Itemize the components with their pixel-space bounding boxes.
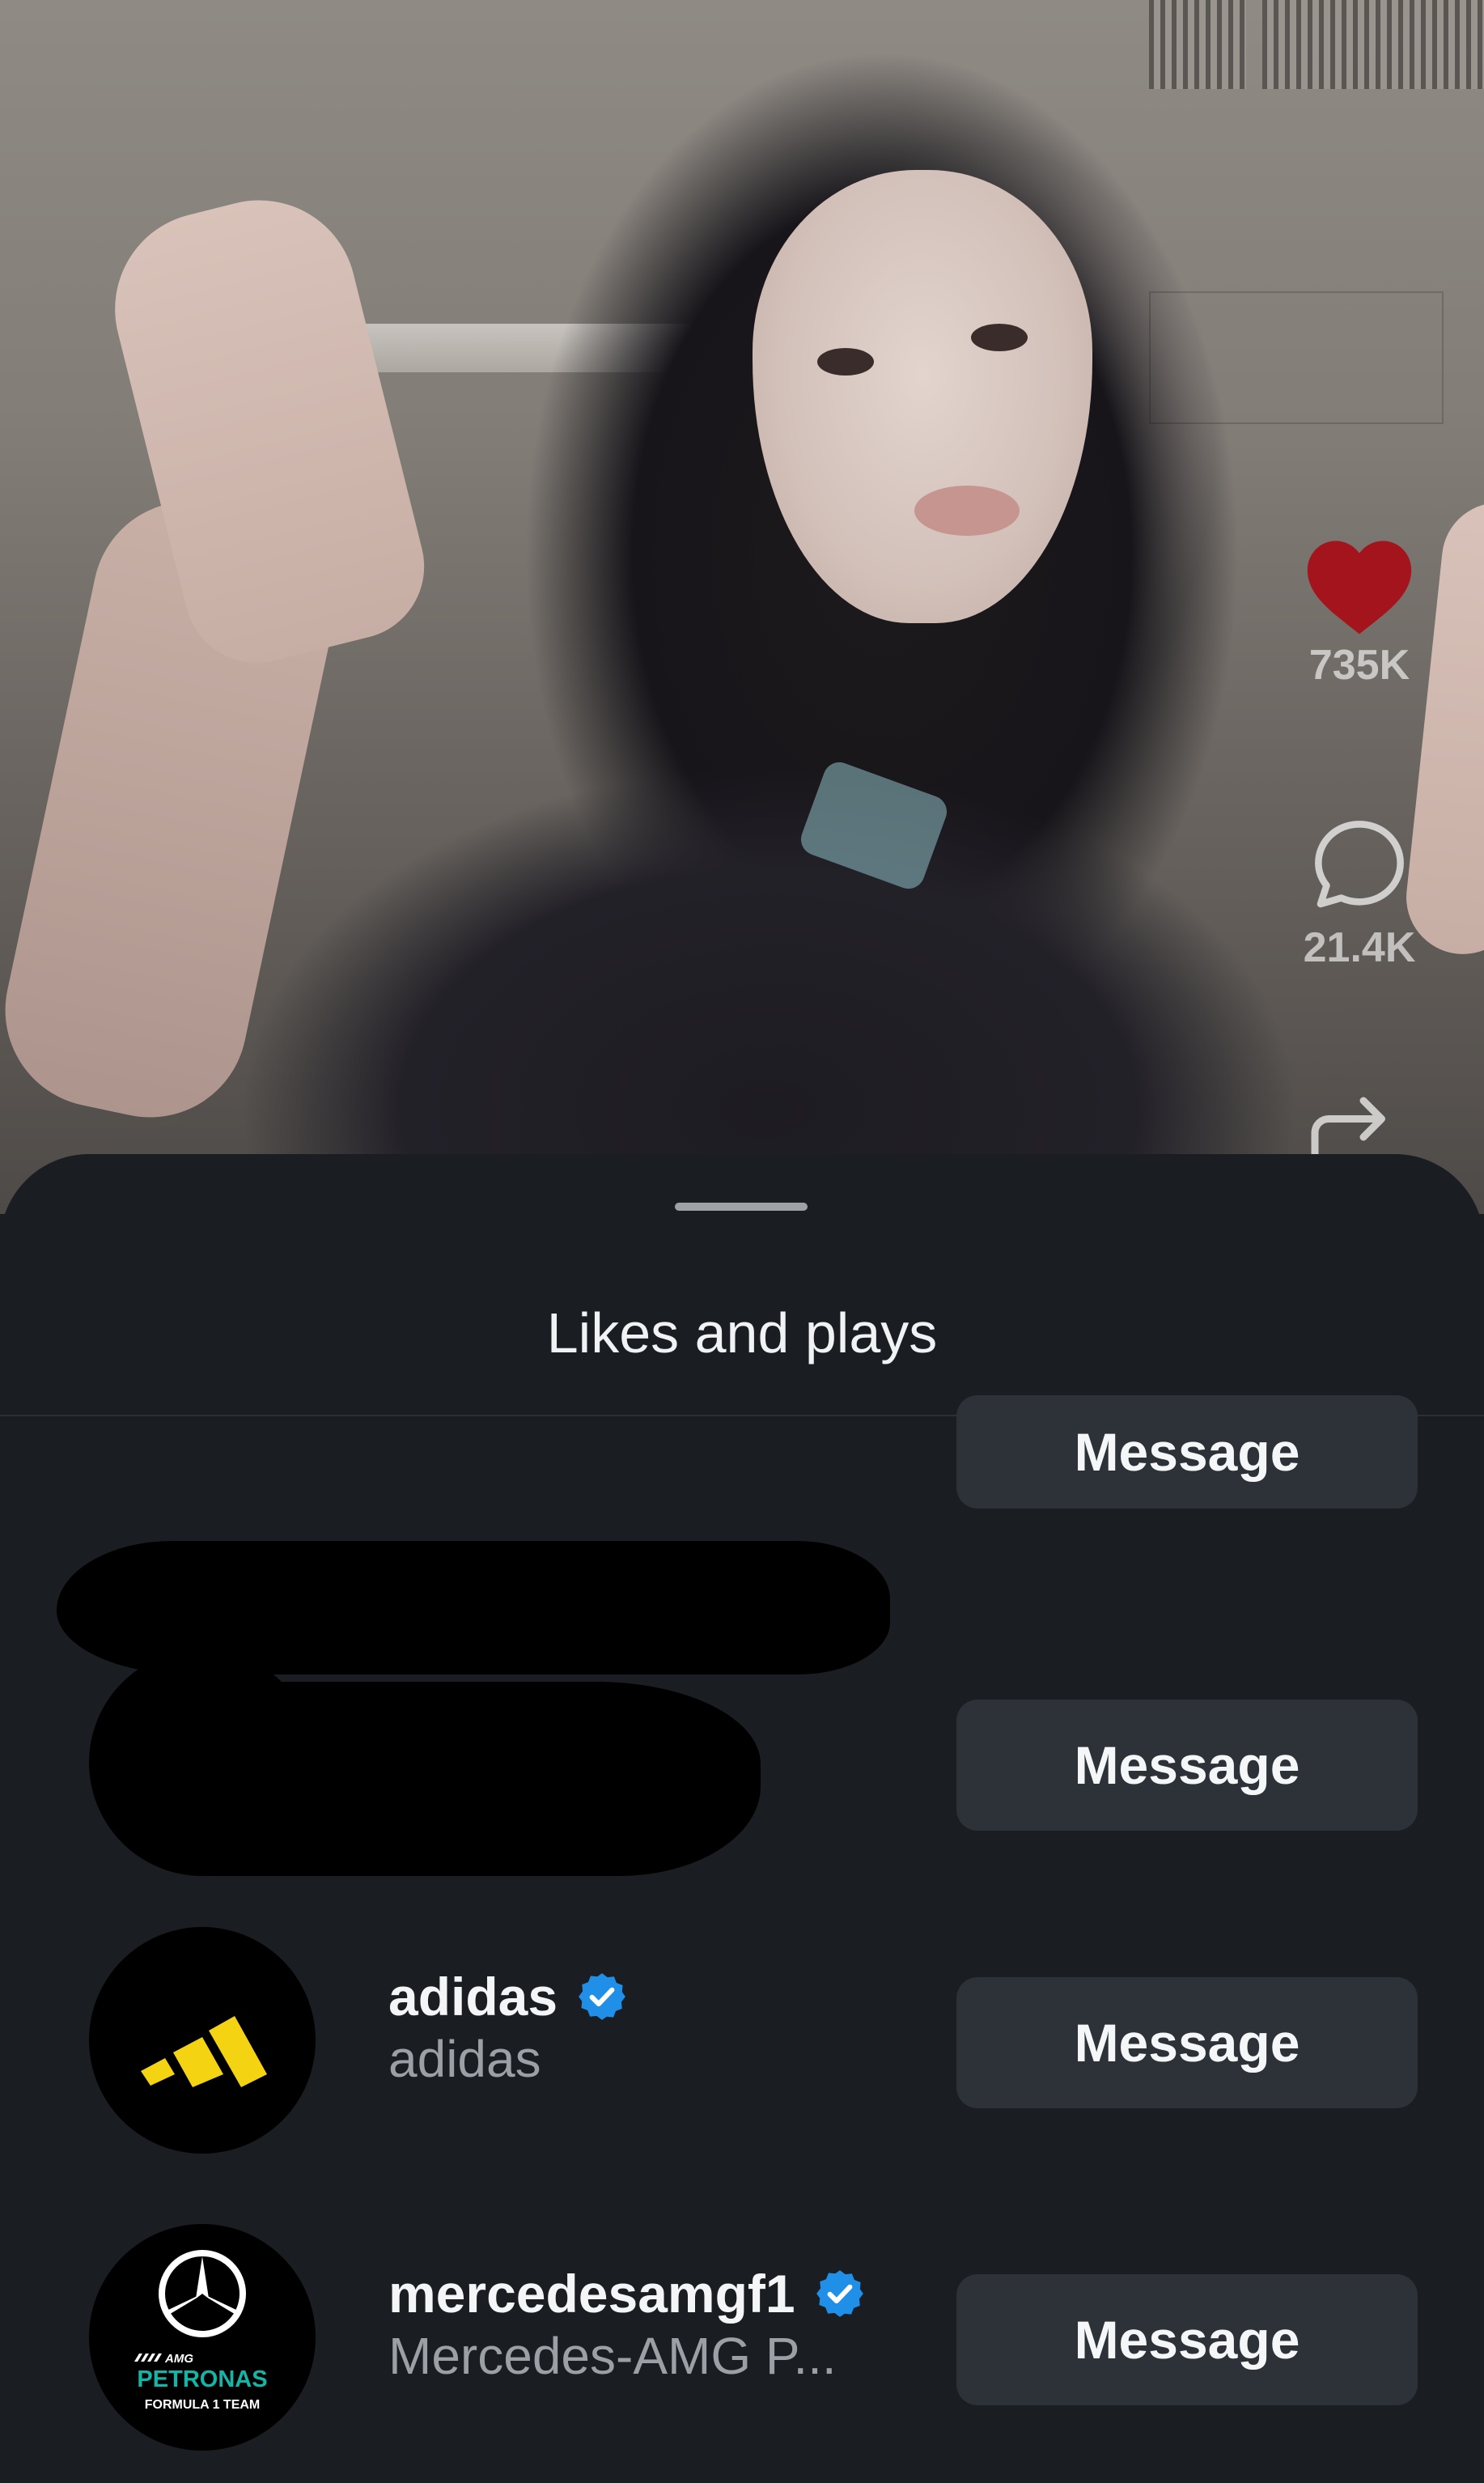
list-item[interactable]: AMG PETRONAS FORMULA 1 TEAM mercedesamgf… [0,2224,1484,2451]
avatar[interactable] [89,1927,316,2154]
sheet-drag-handle[interactable] [675,1203,808,1211]
like-action[interactable]: 735K [1295,534,1424,690]
comment-count: 21.4K [1303,924,1416,971]
verified-badge-icon [816,2270,863,2318]
redaction-scribble [97,1682,761,1876]
avatar[interactable]: AMG PETRONAS FORMULA 1 TEAM [89,2224,316,2451]
list-item[interactable]: Message [0,1649,1484,1876]
username[interactable]: mercedesamgf1 [388,2264,867,2324]
mercedes-amg-petronas-logo-icon: AMG PETRONAS FORMULA 1 TEAM [134,2250,268,2412]
heart-icon[interactable] [1303,534,1416,635]
message-button[interactable]: Message [956,2274,1418,2405]
list-item[interactable]: Message [0,1355,1484,1674]
username[interactable]: adidas [388,1967,629,2027]
message-button[interactable]: Message [956,1977,1418,2108]
ceiling-vent [1149,0,1246,89]
video-player[interactable]: 735K 21.4K [0,0,1484,1214]
username-text[interactable]: adidas [388,1967,558,2027]
list-item[interactable]: adidas adidas Message [0,1927,1484,2154]
likes-and-plays-sheet: Likes and plays Message Message adidas a… [0,1154,1484,2483]
like-count: 735K [1308,642,1410,689]
username-text[interactable]: mercedesamgf1 [388,2264,795,2324]
person-lips [914,486,1020,536]
message-button[interactable]: Message [956,1395,1418,1509]
message-button[interactable]: Message [956,1700,1418,1831]
person-eye [971,324,1028,351]
formula-1-team-text: FORMULA 1 TEAM [145,2398,261,2412]
account-names: adidas adidas [388,1967,629,2091]
petronas-text: PETRONAS [137,2366,267,2392]
person-eye [817,348,874,376]
verified-badge-icon [579,1973,625,2021]
full-name: adidas [388,2029,541,2088]
sheet-title: Likes and plays [546,1301,938,1365]
adidas-logo-icon [141,2016,267,2087]
comment-action[interactable]: 21.4K [1287,813,1432,972]
amg-text: AMG [164,2352,193,2366]
ceiling-vent [1262,0,1484,89]
account-names: mercedesamgf1 Mercedes-AMG P... [388,2264,867,2388]
full-name: Mercedes-AMG P... [388,2326,837,2385]
comment-bubble-icon[interactable] [1306,813,1413,917]
